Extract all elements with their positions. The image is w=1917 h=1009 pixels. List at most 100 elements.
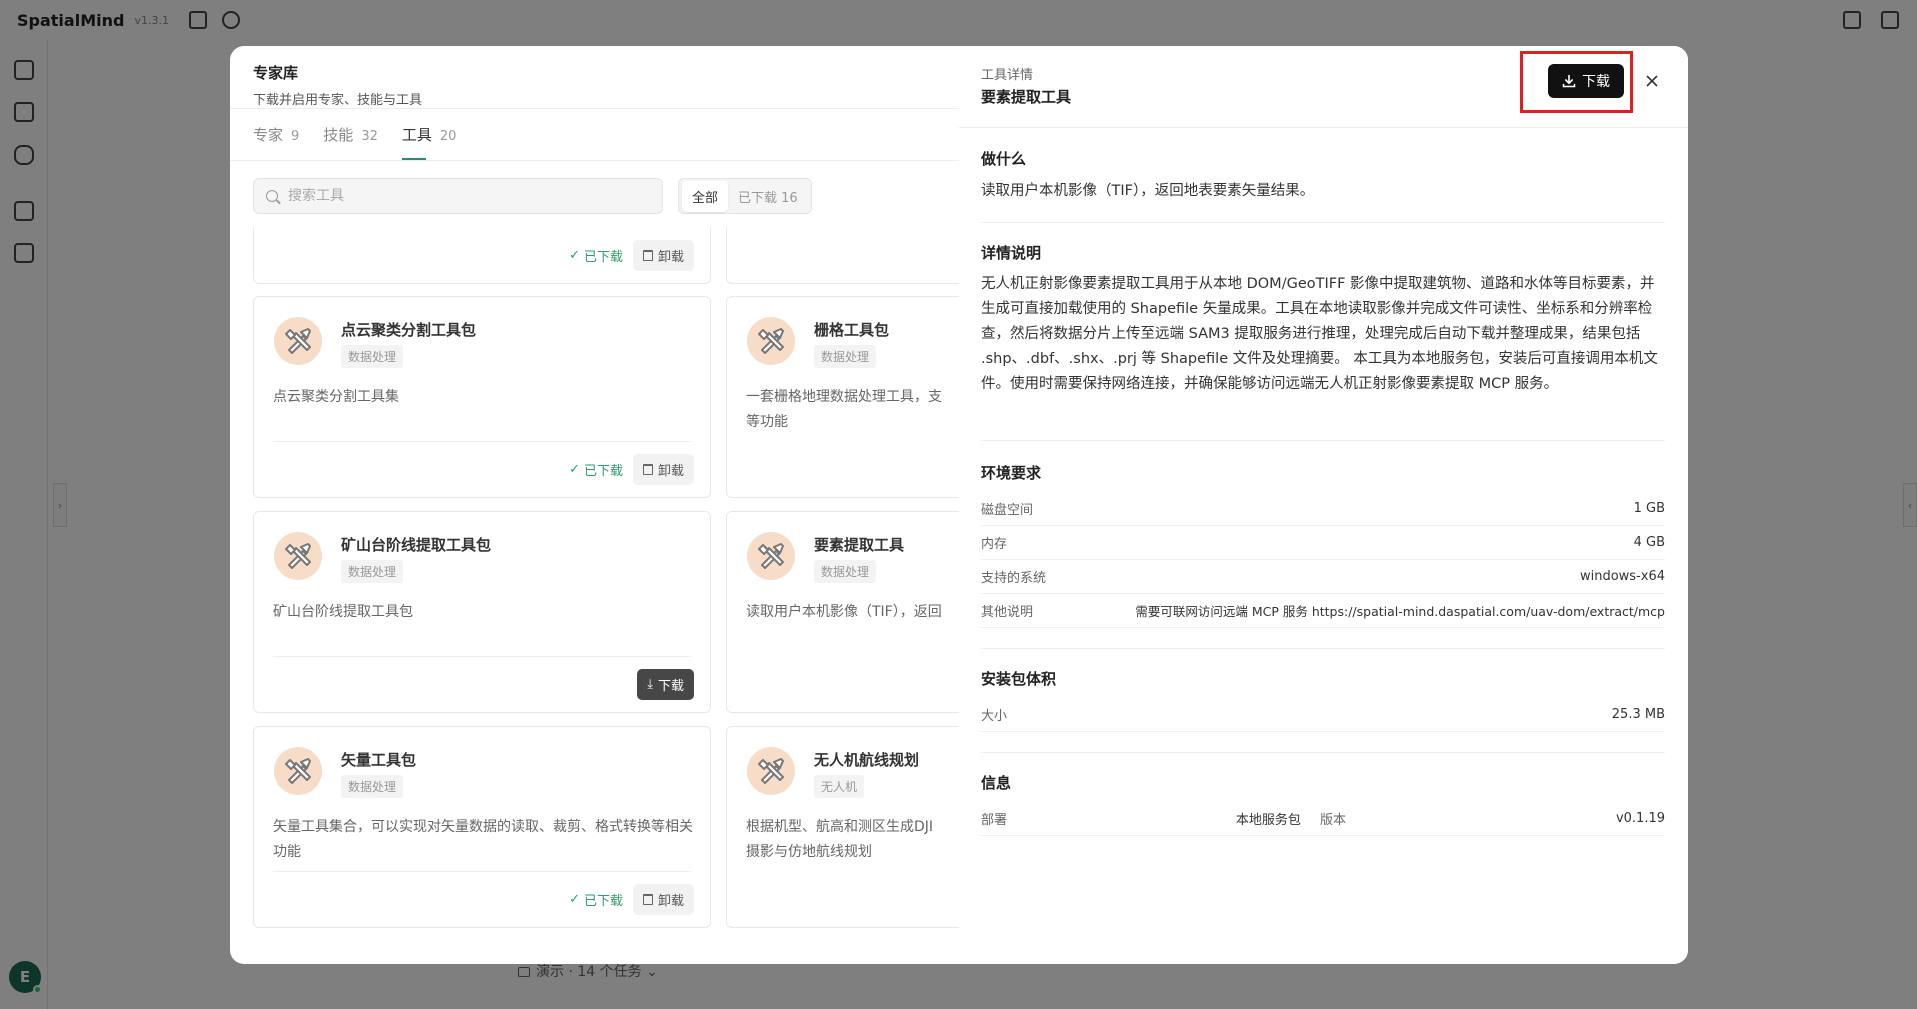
- card-actions: ✓ 已下载 卸载: [569, 884, 694, 915]
- download-filter: 全部 已下载 16: [678, 178, 812, 214]
- download-icon: ⤓: [647, 677, 653, 692]
- deploy-key: 部署: [981, 813, 1008, 828]
- tab-count: 9: [291, 129, 300, 144]
- version-value: v0.1.19: [1615, 811, 1665, 826]
- tool-card[interactable]: 矢量工具包 数据处理 矢量工具集合，可以实现对矢量数据的读取、裁剪、格式转换等相…: [253, 726, 711, 928]
- section-title-info: 信息: [981, 774, 1012, 792]
- tab-label: 技能: [323, 126, 354, 144]
- tool-search-input[interactable]: [288, 188, 648, 204]
- download-label: 下载: [1582, 74, 1610, 90]
- tool-name: 无人机航线规划: [814, 751, 920, 769]
- env-row-notes: 其他说明 需要可联网访问远端 MCP 服务 https://spatial-mi…: [981, 594, 1665, 628]
- info-row: 部署 本地服务包 版本 v0.1.19: [981, 802, 1665, 836]
- tool-card[interactable]: [726, 228, 960, 284]
- category-tag: 数据处理: [814, 560, 877, 583]
- tool-card[interactable]: 无人机航线规划 无人机 根据机型、航高和测区生成DJI 摄影与仿地航线规划: [726, 726, 960, 928]
- env-key: 支持的系统: [981, 571, 1047, 586]
- section-title-what: 做什么: [981, 150, 1027, 168]
- tool-card[interactable]: 要素提取工具 数据处理 读取用户本机影像（TIF），返回: [726, 511, 960, 713]
- tab-count: 20: [439, 129, 457, 144]
- tab-tools[interactable]: 工具 20: [401, 124, 457, 160]
- category-tag: 数据处理: [341, 560, 404, 583]
- section-divider: [981, 752, 1665, 753]
- deploy-value: 本地服务包: [1235, 813, 1301, 828]
- size-row: 大小 25.3 MB: [981, 698, 1665, 732]
- check-icon: ✓: [569, 462, 580, 477]
- tool-detail-drawer: 工具详情 要素提取工具 下载 做什么 读取用户本机影像（TIF），返回地表要素矢…: [959, 46, 1688, 964]
- downloaded-status: ✓ 已下载: [569, 460, 623, 479]
- downloaded-status: ✓ 已下载: [569, 246, 623, 265]
- tool-search-box[interactable]: [253, 178, 663, 214]
- tools-icon: [747, 747, 795, 795]
- env-row-disk: 磁盘空间 1 GB: [981, 492, 1665, 526]
- trash-icon: [642, 894, 653, 905]
- uninstall-label: 卸载: [657, 464, 684, 479]
- tools-icon: [274, 747, 322, 795]
- trash-icon: [642, 250, 653, 261]
- tool-description: 一套栅格地理数据处理工具，支 等功能: [746, 389, 942, 430]
- tool-card[interactable]: 矿山台阶线提取工具包 数据处理 矿山台阶线提取工具包 ⤓ 下载: [253, 511, 711, 713]
- detail-label: 工具详情: [981, 68, 1034, 83]
- tool-name: 栅格工具包: [814, 321, 890, 339]
- check-icon: ✓: [569, 248, 580, 263]
- close-icon: [1646, 75, 1658, 87]
- download-label: 下载: [657, 679, 684, 694]
- check-icon: ✓: [569, 892, 580, 907]
- detail-header: 工具详情 要素提取工具 下载: [959, 46, 1688, 128]
- tab-experts[interactable]: 专家 9: [253, 124, 299, 160]
- trash-icon: [642, 464, 653, 475]
- download-icon: [1562, 74, 1576, 88]
- tab-skills[interactable]: 技能 32: [323, 124, 378, 160]
- env-key: 内存: [981, 537, 1008, 552]
- library-title: 专家库: [253, 64, 299, 82]
- size-value: 25.3 MB: [1611, 707, 1665, 722]
- uninstall-label: 卸载: [657, 894, 684, 909]
- what-text: 读取用户本机影像（TIF），返回地表要素矢量结果。: [981, 183, 1315, 199]
- env-value: windows-x64: [1579, 569, 1665, 584]
- close-button[interactable]: [1641, 70, 1663, 92]
- section-title-details: 详情说明: [981, 244, 1042, 262]
- filter-all[interactable]: 全部: [682, 180, 729, 212]
- header-divider: [230, 108, 960, 109]
- tab-label: 工具: [401, 126, 432, 144]
- category-tag: 数据处理: [341, 775, 404, 798]
- section-divider: [981, 648, 1665, 649]
- detail-title: 要素提取工具: [981, 88, 1072, 106]
- uninstall-button[interactable]: 卸载: [632, 240, 694, 271]
- section-title-environment: 环境要求: [981, 464, 1042, 482]
- env-row-os: 支持的系统 windows-x64: [981, 560, 1665, 594]
- category-tag: 数据处理: [814, 345, 877, 368]
- card-divider: [273, 871, 691, 872]
- env-key: 其他说明: [981, 605, 1034, 620]
- tool-card[interactable]: 点云聚类分割工具包 数据处理 点云聚类分割工具集 ✓ 已下载 卸载: [253, 296, 711, 498]
- filter-downloaded[interactable]: 已下载 16: [728, 181, 808, 212]
- tool-name: 矢量工具包: [341, 751, 417, 769]
- downloaded-status: ✓ 已下载: [569, 890, 623, 909]
- uninstall-label: 卸载: [657, 250, 684, 265]
- category-tag: 无人机: [814, 775, 865, 798]
- section-divider: [981, 222, 1665, 223]
- uninstall-button[interactable]: 卸载: [632, 454, 694, 485]
- tool-card[interactable]: 栅格工具包 数据处理 一套栅格地理数据处理工具，支 等功能: [726, 296, 960, 498]
- tool-description: 矿山台阶线提取工具包: [273, 604, 413, 620]
- tools-icon: [274, 532, 322, 580]
- downloaded-label: 已下载: [583, 894, 623, 909]
- env-row-memory: 内存 4 GB: [981, 526, 1665, 560]
- uninstall-button[interactable]: 卸载: [632, 884, 694, 915]
- tabs-divider: [230, 160, 960, 161]
- download-button[interactable]: ⤓ 下载: [637, 669, 694, 700]
- tool-description: 点云聚类分割工具集: [273, 389, 399, 405]
- category-tag: 数据处理: [341, 345, 404, 368]
- tools-icon: [747, 532, 795, 580]
- library-header: 专家库 下载并启用专家、技能与工具: [253, 56, 422, 108]
- download-button[interactable]: 下载: [1548, 64, 1624, 98]
- downloaded-label: 已下载: [583, 250, 623, 265]
- tool-name: 点云聚类分割工具包: [341, 321, 477, 339]
- card-divider: [273, 441, 691, 442]
- section-divider: [981, 440, 1665, 441]
- env-key: 磁盘空间: [981, 503, 1034, 518]
- env-value: 1 GB: [1633, 501, 1665, 516]
- tool-card[interactable]: ✓ 已下载 卸载: [253, 228, 711, 284]
- tab-count: 32: [361, 129, 378, 144]
- tools-icon: [274, 317, 322, 365]
